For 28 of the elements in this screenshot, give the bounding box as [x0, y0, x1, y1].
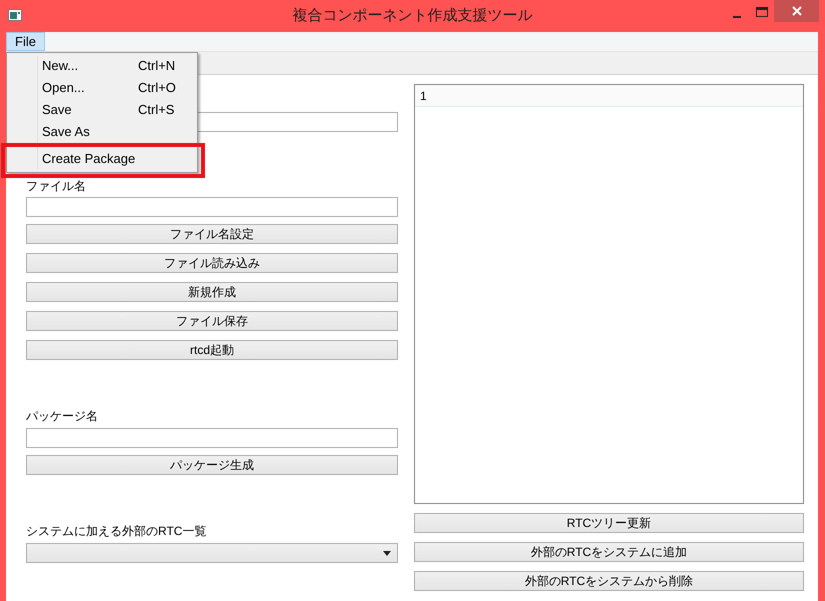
text-field[interactable] [26, 428, 398, 448]
menu-item[interactable]: File [6, 32, 45, 51]
push-button[interactable]: 新規作成 [26, 282, 398, 302]
menu-entry[interactable]: Create Package [7, 148, 197, 170]
push-button[interactable]: 外部のRTCをシステムから削除 [414, 571, 804, 591]
caret-icon [383, 550, 391, 556]
maximize-button[interactable] [756, 7, 768, 17]
push-button[interactable]: ファイル読み込み [26, 253, 398, 273]
close-button[interactable] [774, 0, 819, 22]
push-button[interactable]: ファイル保存 [26, 311, 398, 331]
app-icon [8, 9, 22, 21]
window-title: 複合コンポーネント作成支援ツール [292, 6, 532, 26]
menu-entry[interactable]: Open... Ctrl+O [7, 77, 197, 99]
menu-entry[interactable]: New... Ctrl+N [7, 55, 197, 77]
push-button[interactable]: パッケージ生成 [26, 455, 398, 475]
field-label: システムに加える外部のRTC一覧 [26, 523, 208, 539]
field-label: パッケージ名 [26, 408, 99, 424]
push-button[interactable]: rtcd起動 [26, 340, 398, 360]
push-button[interactable]: RTCツリー更新 [414, 513, 804, 533]
text-field[interactable] [26, 197, 398, 217]
tree-row[interactable]: 1 [415, 85, 803, 107]
push-button[interactable]: 外部のRTCをシステムに追加 [414, 542, 804, 562]
field-label: ファイル名 [26, 178, 87, 194]
push-button[interactable]: ファイル名設定 [26, 224, 398, 244]
menu-entry[interactable]: Save Ctrl+S [7, 99, 197, 121]
dropdown[interactable] [26, 543, 398, 563]
close-icon [792, 6, 802, 16]
menu-entry[interactable]: Save As [7, 121, 197, 143]
